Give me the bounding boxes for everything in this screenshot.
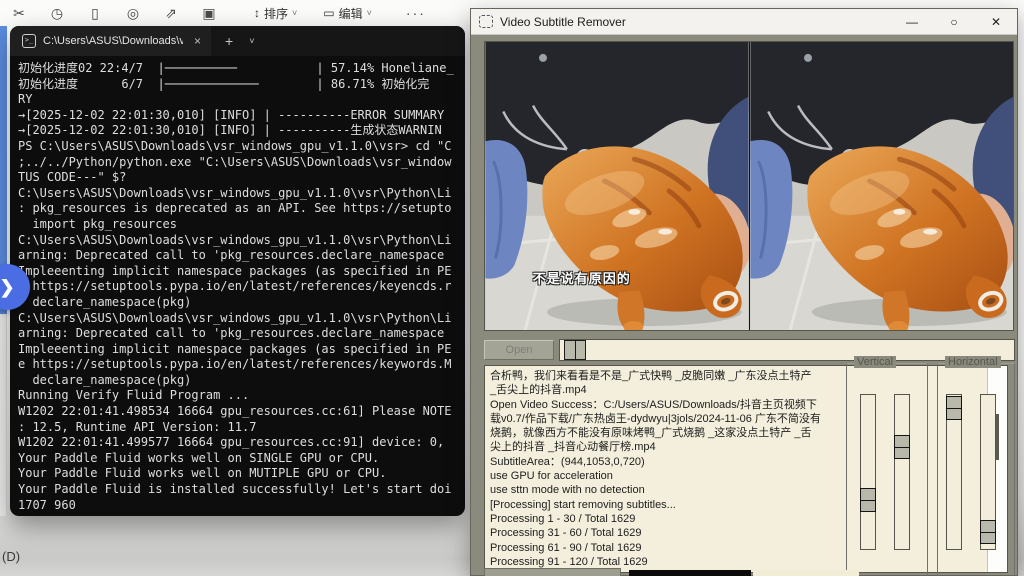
chart-icon[interactable]: ⇗	[152, 5, 190, 22]
slider-handle[interactable]	[980, 520, 996, 544]
terminal-line: RY	[18, 92, 457, 108]
more-button[interactable]: ···	[406, 5, 426, 21]
close-tab-icon[interactable]: ×	[194, 34, 201, 48]
edit-label: 编辑	[339, 5, 363, 22]
terminal-line: Impleeenting implicit namespace packages…	[18, 342, 457, 358]
edit-icon: ▭	[323, 6, 334, 20]
terminal-line: Running Verify Fluid Program ...	[18, 388, 457, 404]
run-button-cutoff[interactable]	[484, 568, 621, 576]
maximize-button[interactable]: ○	[933, 9, 975, 35]
clock-icon[interactable]: ◷	[38, 5, 76, 22]
vertical-slider-min[interactable]	[860, 394, 876, 550]
terminal-line: Your Paddle Fluid is installed successfu…	[18, 482, 457, 498]
terminal-line: Impleeenting implicit namespace packages…	[18, 264, 457, 280]
terminal-line: C:\Users\ASUS\Downloads\vsr_windows_gpu_…	[18, 233, 457, 249]
scissors-icon[interactable]: ✂	[0, 5, 38, 22]
corner-label: (D)	[2, 549, 20, 564]
vsr-window: Video Subtitle Remover — ○ ✕ 不是说有原因的 Ope…	[470, 8, 1018, 576]
terminal-tab-title: C:\Users\ASUS\Downloads\vsr	[43, 35, 183, 47]
video-frame-processed	[750, 42, 1014, 330]
compass-icon[interactable]: ◎	[114, 5, 152, 22]
terminal-line: e https://setuptools.pypa.io/en/latest/r…	[18, 357, 457, 373]
terminal-line: TUS CODE---" $?	[18, 170, 457, 186]
open-video-button[interactable]: Open	[484, 340, 554, 360]
terminal-line: e https://setuptools.pypa.io/en/latest/r…	[18, 279, 457, 295]
terminal-line: C:\Users\ASUS\Downloads\vsr_windows_gpu_…	[18, 311, 457, 327]
window-title: Video Subtitle Remover	[500, 15, 626, 29]
bottom-progress-dark	[629, 570, 751, 576]
terminal-line: 初始化进度02 22:4/7 |────────── | 57.14% Hone…	[18, 61, 457, 77]
terminal-line: ;../../Python/python.exe "C:\Users\ASUS\…	[18, 155, 457, 171]
log-panel: 合析鸭，我们来看看是不是_广式快鸭 _皮脆同嫩 _广东没点土特产_舌尖上的抖音.…	[484, 365, 1008, 573]
vertical-group-label: Vertical	[854, 356, 896, 368]
horizontal-slider-max[interactable]	[980, 394, 996, 550]
panel-icon[interactable]: ▯	[76, 5, 114, 22]
close-button[interactable]: ✕	[975, 9, 1017, 35]
terminal-line: : pkg_resources is deprecated as an API.…	[18, 201, 457, 217]
burned-subtitle-text: 不是说有原因的	[485, 268, 679, 287]
terminal-line: 1707 960	[18, 498, 457, 514]
tab-dropdown-icon[interactable]: ˅	[249, 36, 254, 46]
terminal-line: →[2025-12-02 22:01:30,010] [INFO] | ----…	[18, 123, 457, 139]
seek-handle[interactable]	[564, 340, 586, 360]
video-frame-original: 不是说有原因的	[485, 42, 749, 330]
edit-menu[interactable]: ▭ 编辑 ˅	[323, 5, 372, 22]
app-icon	[479, 15, 493, 28]
terminal-line: W1202 22:01:41.499577 16664 gpu_resource…	[18, 435, 457, 451]
vertical-group: Vertical	[846, 363, 928, 576]
slider-handle[interactable]	[894, 435, 910, 459]
minimize-button[interactable]: —	[891, 9, 933, 35]
horizontal-group: Horizontal	[937, 363, 1015, 576]
video-preview: 不是说有原因的	[484, 41, 1014, 331]
duck-image	[750, 42, 1014, 330]
terminal-output[interactable]: 初始化进度02 22:4/7 |────────── | 57.14% Hone…	[10, 56, 465, 514]
terminal-window: >_ C:\Users\ASUS\Downloads\vsr × + ˅ 初始化…	[10, 26, 465, 516]
terminal-line: Your Paddle Fluid works well on MUTIPLE …	[18, 466, 457, 482]
terminal-line: W1202 22:01:41.498534 16664 gpu_resource…	[18, 404, 457, 420]
terminal-line: : 12.5, Runtime API Version: 11.7	[18, 420, 457, 436]
terminal-line: declare_namespace(pkg)	[18, 295, 457, 311]
chevron-down-icon: ˅	[367, 8, 372, 18]
slider-handle[interactable]	[860, 488, 876, 512]
left-scroll-column[interactable]	[0, 314, 7, 516]
terminal-line: C:\Users\ASUS\Downloads\vsr_windows_gpu_…	[18, 186, 457, 202]
terminal-tab-bar: >_ C:\Users\ASUS\Downloads\vsr × + ˅	[10, 26, 465, 56]
terminal-line: Your Paddle Fluid works well on SINGLE G…	[18, 451, 457, 467]
vertical-slider-max[interactable]	[894, 394, 910, 550]
new-tab-button[interactable]: +	[225, 33, 233, 49]
horizontal-slider-min[interactable]	[946, 394, 962, 550]
terminal-tab[interactable]: >_ C:\Users\ASUS\Downloads\vsr ×	[10, 26, 211, 56]
terminal-line: →[2025-12-02 22:01:30,010] [INFO] | ----…	[18, 108, 457, 124]
horizontal-group-label: Horizontal	[945, 356, 1001, 368]
terminal-icon: >_	[22, 34, 36, 48]
vsr-title-bar[interactable]: Video Subtitle Remover — ○ ✕	[471, 9, 1017, 35]
bottom-progress-light	[753, 570, 859, 576]
terminal-line: 初始化进度 6/7 |───────────── | 86.71% 初始化完	[18, 77, 457, 93]
slider-handle[interactable]	[946, 396, 962, 420]
sort-menu[interactable]: ↕ 排序 ˅	[254, 5, 297, 22]
terminal-line: arning: Deprecated call to 'pkg_resource…	[18, 248, 457, 264]
terminal-line: PS C:\Users\ASUS\Downloads\vsr_windows_g…	[18, 139, 457, 155]
chevron-down-icon: ˅	[292, 8, 297, 18]
terminal-line: arning: Deprecated call to 'pkg_resource…	[18, 326, 457, 342]
tag-icon[interactable]: ▣	[190, 5, 228, 22]
chevron-right-icon: ❯	[0, 277, 15, 298]
sort-icon: ↕	[254, 6, 260, 20]
terminal-line: declare_namespace(pkg)	[18, 373, 457, 389]
sort-label: 排序	[264, 5, 288, 22]
terminal-line: import pkg_resources	[18, 217, 457, 233]
